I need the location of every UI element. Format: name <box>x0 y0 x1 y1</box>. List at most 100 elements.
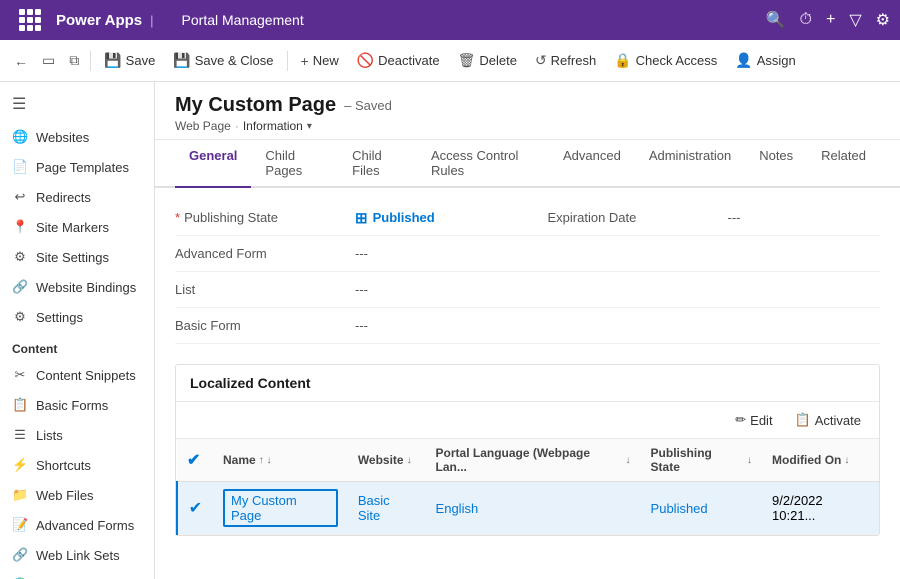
settings-icon[interactable]: ⚙ <box>876 10 890 30</box>
sidebar-item-website-bindings[interactable]: 🔗 Website Bindings <box>0 272 154 302</box>
sidebar-item-web-link-sets[interactable]: 🔗 Web Link Sets <box>0 540 154 570</box>
deactivate-button[interactable]: 🚫 Deactivate <box>349 48 448 73</box>
grid-menu-icon[interactable] <box>10 0 50 40</box>
row-website[interactable]: Basic Site <box>348 482 426 535</box>
form-section: * Publishing State ⊞ Published Expiratio… <box>155 188 900 356</box>
publishing-state-sort-icon: ↓ <box>747 455 752 466</box>
tab-child-files[interactable]: Child Files <box>338 140 417 188</box>
tab-notes[interactable]: Notes <box>745 140 807 188</box>
search-icon[interactable]: 🔍 <box>766 10 786 30</box>
assign-icon: 👤 <box>735 52 752 69</box>
col-website[interactable]: Website ↓ <box>348 439 426 482</box>
select-all-checkbox[interactable]: ✔ <box>187 452 200 469</box>
add-icon[interactable]: + <box>826 11 835 29</box>
lists-icon: ☰ <box>12 427 28 443</box>
row-name-link[interactable]: My Custom Page <box>231 493 297 523</box>
content-section-label: Content <box>0 332 154 360</box>
sidebar-label-site-settings: Site Settings <box>36 250 109 265</box>
sidebar-label-lists: Lists <box>36 428 63 443</box>
web-link-sets-icon: 🔗 <box>12 547 28 563</box>
sidebar-item-settings[interactable]: ⚙ Settings <box>0 302 154 332</box>
refresh-icon: ↺ <box>535 52 547 69</box>
sidebar-label-website-bindings: Website Bindings <box>36 280 136 295</box>
topbar-actions: 🔍 ⏱ + ▽ ⚙ <box>766 10 890 30</box>
sidebar-item-content-snippets[interactable]: ✂ Content Snippets <box>0 360 154 390</box>
row-publishing-state[interactable]: Published <box>641 482 762 535</box>
main-layout: ☰ 🌐 Websites 📄 Page Templates ↩ Redirect… <box>0 82 900 579</box>
recent-icon[interactable]: ⏱ <box>800 11 812 29</box>
sidebar-item-redirects[interactable]: ↩ Redirects <box>0 182 154 212</box>
sidebar-item-portal-languages[interactable]: 🌍 Portal Languages <box>0 570 154 579</box>
filter-icon[interactable]: ▽ <box>849 10 861 30</box>
save-button[interactable]: 💾 Save <box>96 48 163 73</box>
tab-administration[interactable]: Administration <box>635 140 745 188</box>
tab-access-control-rules[interactable]: Access Control Rules <box>417 140 549 188</box>
modified-on-sort-icon: ↓ <box>844 455 849 466</box>
page-subtitle-view[interactable]: Information <box>243 119 303 133</box>
page-title: My Custom Page <box>175 94 336 117</box>
restore-button[interactable]: ▭ <box>36 48 61 73</box>
website-sort-icon: ↓ <box>407 455 412 466</box>
row-language[interactable]: English <box>426 482 641 535</box>
sidebar-item-advanced-forms[interactable]: 📝 Advanced Forms <box>0 510 154 540</box>
check-access-button[interactable]: 🔒 Check Access <box>606 48 725 73</box>
sidebar-label-web-link-sets: Web Link Sets <box>36 548 120 563</box>
refresh-button[interactable]: ↺ Refresh <box>527 48 604 73</box>
new-window-button[interactable]: ⧉ <box>63 48 85 73</box>
col-name[interactable]: Name ↑ ↓ <box>213 439 348 482</box>
advanced-form-value: --- <box>355 246 880 261</box>
new-button[interactable]: + New <box>293 49 347 73</box>
deactivate-icon: 🚫 <box>357 52 374 69</box>
expiration-date-label: Expiration Date <box>548 210 728 225</box>
tab-advanced[interactable]: Advanced <box>549 140 635 188</box>
back-button[interactable]: ← <box>8 49 34 73</box>
app-name: Power Apps <box>56 12 142 29</box>
basic-forms-icon: 📋 <box>12 397 28 413</box>
sidebar-item-web-files[interactable]: 📁 Web Files <box>0 480 154 510</box>
publishing-state-value[interactable]: ⊞ Published <box>355 209 508 227</box>
assign-button[interactable]: 👤 Assign <box>727 48 803 73</box>
col-modified-on[interactable]: Modified On ↓ <box>762 439 879 482</box>
sidebar-label-page-templates: Page Templates <box>36 160 129 175</box>
tabs-bar: General Child Pages Child Files Access C… <box>155 140 900 188</box>
localized-section-title: Localized Content <box>176 365 879 402</box>
hamburger-icon[interactable]: ☰ <box>0 86 154 122</box>
col-publishing-state[interactable]: Publishing State ↓ <box>641 439 762 482</box>
edit-icon: ✏ <box>735 412 746 428</box>
sidebar-item-site-settings[interactable]: ⚙ Site Settings <box>0 242 154 272</box>
sidebar-item-websites[interactable]: 🌐 Websites <box>0 122 154 152</box>
row-website-link[interactable]: Basic Site <box>358 493 390 523</box>
new-icon: + <box>301 53 309 69</box>
save-close-icon: 💾 <box>173 52 190 69</box>
sidebar-label-basic-forms: Basic Forms <box>36 398 108 413</box>
edit-button[interactable]: ✏ Edit <box>727 408 780 432</box>
required-star: * <box>175 210 180 225</box>
language-sort-icon: ↓ <box>626 455 631 466</box>
sidebar-item-shortcuts[interactable]: ⚡ Shortcuts <box>0 450 154 480</box>
advanced-form-label: Advanced Form <box>175 246 355 261</box>
activate-button[interactable]: 📋 Activate <box>787 408 869 432</box>
save-close-button[interactable]: 💾 Save & Close <box>165 48 281 73</box>
sidebar-label-web-files: Web Files <box>36 488 94 503</box>
content-snippets-icon: ✂ <box>12 367 28 383</box>
page-header: My Custom Page – Saved Web Page · Inform… <box>155 82 900 140</box>
row-language-link[interactable]: English <box>436 501 479 516</box>
row-checkbox[interactable]: ✔ <box>177 482 213 535</box>
select-all-header[interactable]: ✔ <box>177 439 213 482</box>
col-language[interactable]: Portal Language (Webpage Lan... ↓ <box>426 439 641 482</box>
sidebar-item-basic-forms[interactable]: 📋 Basic Forms <box>0 390 154 420</box>
row-name[interactable]: My Custom Page <box>213 482 348 535</box>
row-publishing-state-link[interactable]: Published <box>651 501 708 516</box>
tab-general[interactable]: General <box>175 140 251 188</box>
delete-button[interactable]: 🗑 Delete <box>450 48 525 73</box>
tab-related[interactable]: Related <box>807 140 880 188</box>
sidebar-label-content-snippets: Content Snippets <box>36 368 136 383</box>
web-files-icon: 📁 <box>12 487 28 503</box>
redirects-icon: ↩ <box>12 189 28 205</box>
tab-child-pages[interactable]: Child Pages <box>251 140 338 188</box>
sidebar-item-page-templates[interactable]: 📄 Page Templates <box>0 152 154 182</box>
sidebar-item-lists[interactable]: ☰ Lists <box>0 420 154 450</box>
save-icon: 💾 <box>104 52 121 69</box>
sidebar-label-advanced-forms: Advanced Forms <box>36 518 134 533</box>
sidebar-item-site-markers[interactable]: 📍 Site Markers <box>0 212 154 242</box>
